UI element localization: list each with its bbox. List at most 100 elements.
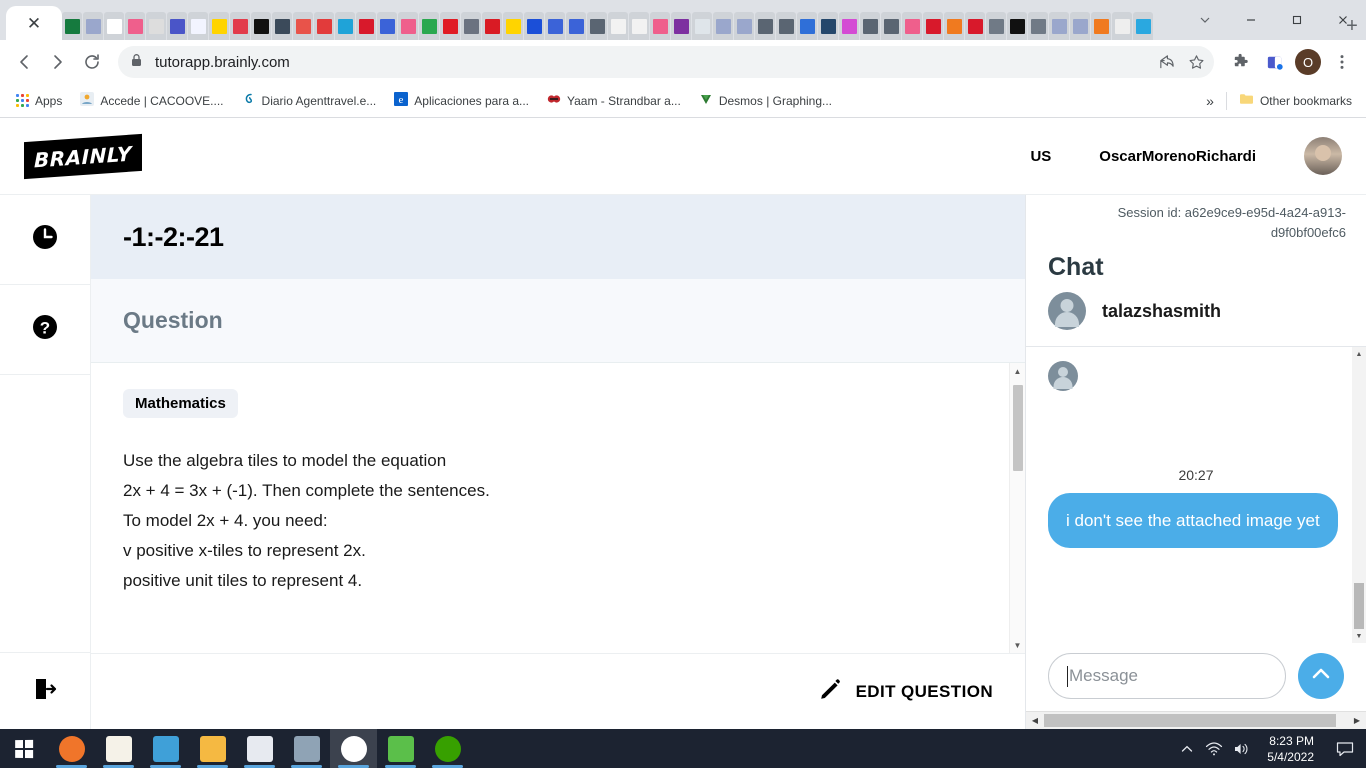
background-tab[interactable] [818,12,838,40]
more-menu-icon[interactable] [1326,46,1358,78]
profile-avatar[interactable]: O [1292,46,1324,78]
background-tab[interactable] [314,12,334,40]
bookmarks-overflow-button[interactable]: » [1198,91,1222,111]
share-icon[interactable] [1152,48,1180,76]
question-scrollbar[interactable]: ▲ ▼ [1009,363,1025,653]
background-tab[interactable] [335,12,355,40]
background-tab[interactable] [146,12,166,40]
background-tab[interactable] [692,12,712,40]
background-tab[interactable] [671,12,691,40]
tab-search-chevron-down-icon[interactable] [1182,0,1228,40]
volume-icon[interactable] [1233,741,1251,757]
taskbar-app-firefox[interactable] [48,729,95,768]
extensions-icon[interactable] [1224,46,1256,78]
taskbar-app-file-explorer[interactable] [189,729,236,768]
scroll-left-arrow[interactable]: ◀ [1026,716,1044,725]
scrollbar-thumb[interactable] [1044,714,1336,727]
background-tab[interactable] [398,12,418,40]
bookmark-item-5[interactable]: Desmos | Graphing... [691,88,840,113]
star-icon[interactable] [1182,48,1210,76]
taskbar-app-chrome[interactable] [330,729,377,768]
bookmark-item-2[interactable]: Diario Agenttravel.e... [234,88,385,113]
active-tab[interactable]: ✕ [6,6,62,40]
background-tab[interactable] [902,12,922,40]
background-tab[interactable] [524,12,544,40]
background-tab[interactable] [923,12,943,40]
scroll-up-arrow[interactable]: ▲ [1010,363,1025,379]
taskbar-app-notes[interactable] [95,729,142,768]
send-message-button[interactable] [1298,653,1344,699]
background-tab[interactable] [1112,12,1132,40]
reload-icon[interactable] [76,46,108,78]
background-tab[interactable] [125,12,145,40]
side-panel-icon[interactable] [1258,46,1290,78]
background-tab[interactable] [1028,12,1048,40]
background-tab[interactable] [83,12,103,40]
avatar[interactable] [1304,137,1342,175]
sidebar-item-logout[interactable] [0,653,90,729]
background-tab[interactable] [1133,12,1153,40]
country-selector[interactable]: US [1030,148,1051,165]
bookmark-item-3[interactable]: e Aplicaciones para a... [386,88,537,113]
background-tab[interactable] [608,12,628,40]
background-tab[interactable] [587,12,607,40]
taskbar-app-office-lens[interactable] [377,729,424,768]
background-tab[interactable] [1091,12,1111,40]
chat-scrollbar[interactable]: ▲ ▼ [1352,347,1366,643]
background-tab[interactable] [797,12,817,40]
background-tab[interactable] [566,12,586,40]
username-label[interactable]: OscarMorenoRichardi [1099,148,1256,165]
chevron-up-icon[interactable] [1179,741,1195,757]
taskbar-app-media-player[interactable] [142,729,189,768]
background-tab[interactable] [965,12,985,40]
background-tab[interactable] [734,12,754,40]
close-window-icon[interactable] [1320,0,1366,40]
background-tab[interactable] [419,12,439,40]
scrollbar-track[interactable] [1044,712,1348,729]
background-tab[interactable] [440,12,460,40]
chat-participant[interactable]: talazshasmith [1026,288,1366,346]
background-tab[interactable] [251,12,271,40]
background-tab[interactable] [230,12,250,40]
wifi-icon[interactable] [1205,741,1223,757]
clock[interactable]: 8:23 PM 5/4/2022 [1261,733,1320,765]
chat-messages-scroll[interactable]: 20:27 i don't see the attached image yet… [1026,346,1366,643]
background-tab[interactable] [104,12,124,40]
edit-question-button[interactable]: EDIT QUESTION [818,677,993,706]
scroll-up-arrow[interactable]: ▲ [1352,347,1366,361]
background-tab[interactable] [629,12,649,40]
background-tab[interactable] [482,12,502,40]
notification-icon[interactable] [1330,729,1360,768]
message-input[interactable]: Message [1048,653,1286,699]
forward-icon[interactable] [42,46,74,78]
bookmark-item-1[interactable]: Accede | CACOOVE.... [72,88,231,113]
taskbar-app-upwork[interactable] [424,729,471,768]
background-tab[interactable] [188,12,208,40]
background-tab[interactable] [461,12,481,40]
background-tab[interactable] [713,12,733,40]
background-tab[interactable] [545,12,565,40]
background-tab[interactable] [377,12,397,40]
background-tab[interactable] [62,12,82,40]
chat-horizontal-scrollbar[interactable]: ◀ ▶ [1026,711,1366,729]
other-bookmarks-button[interactable]: Other bookmarks [1231,88,1360,113]
taskbar-app-calculator[interactable] [283,729,330,768]
taskbar-app-paint[interactable] [236,729,283,768]
background-tab[interactable] [650,12,670,40]
windows-start-icon[interactable] [0,729,48,768]
background-tab[interactable] [1007,12,1027,40]
scrollbar-thumb[interactable] [1013,385,1023,471]
background-tab[interactable] [944,12,964,40]
background-tab[interactable] [503,12,523,40]
background-tab[interactable] [272,12,292,40]
brainly-logo[interactable]: BRAINLY [24,133,142,179]
background-tab[interactable] [881,12,901,40]
background-tabs[interactable] [62,6,1332,40]
minimize-icon[interactable] [1228,0,1274,40]
background-tab[interactable] [776,12,796,40]
scroll-right-arrow[interactable]: ▶ [1348,716,1366,725]
scrollbar-thumb[interactable] [1354,583,1364,629]
address-bar[interactable]: tutorapp.brainly.com [118,46,1214,78]
background-tab[interactable] [1049,12,1069,40]
background-tab[interactable] [839,12,859,40]
